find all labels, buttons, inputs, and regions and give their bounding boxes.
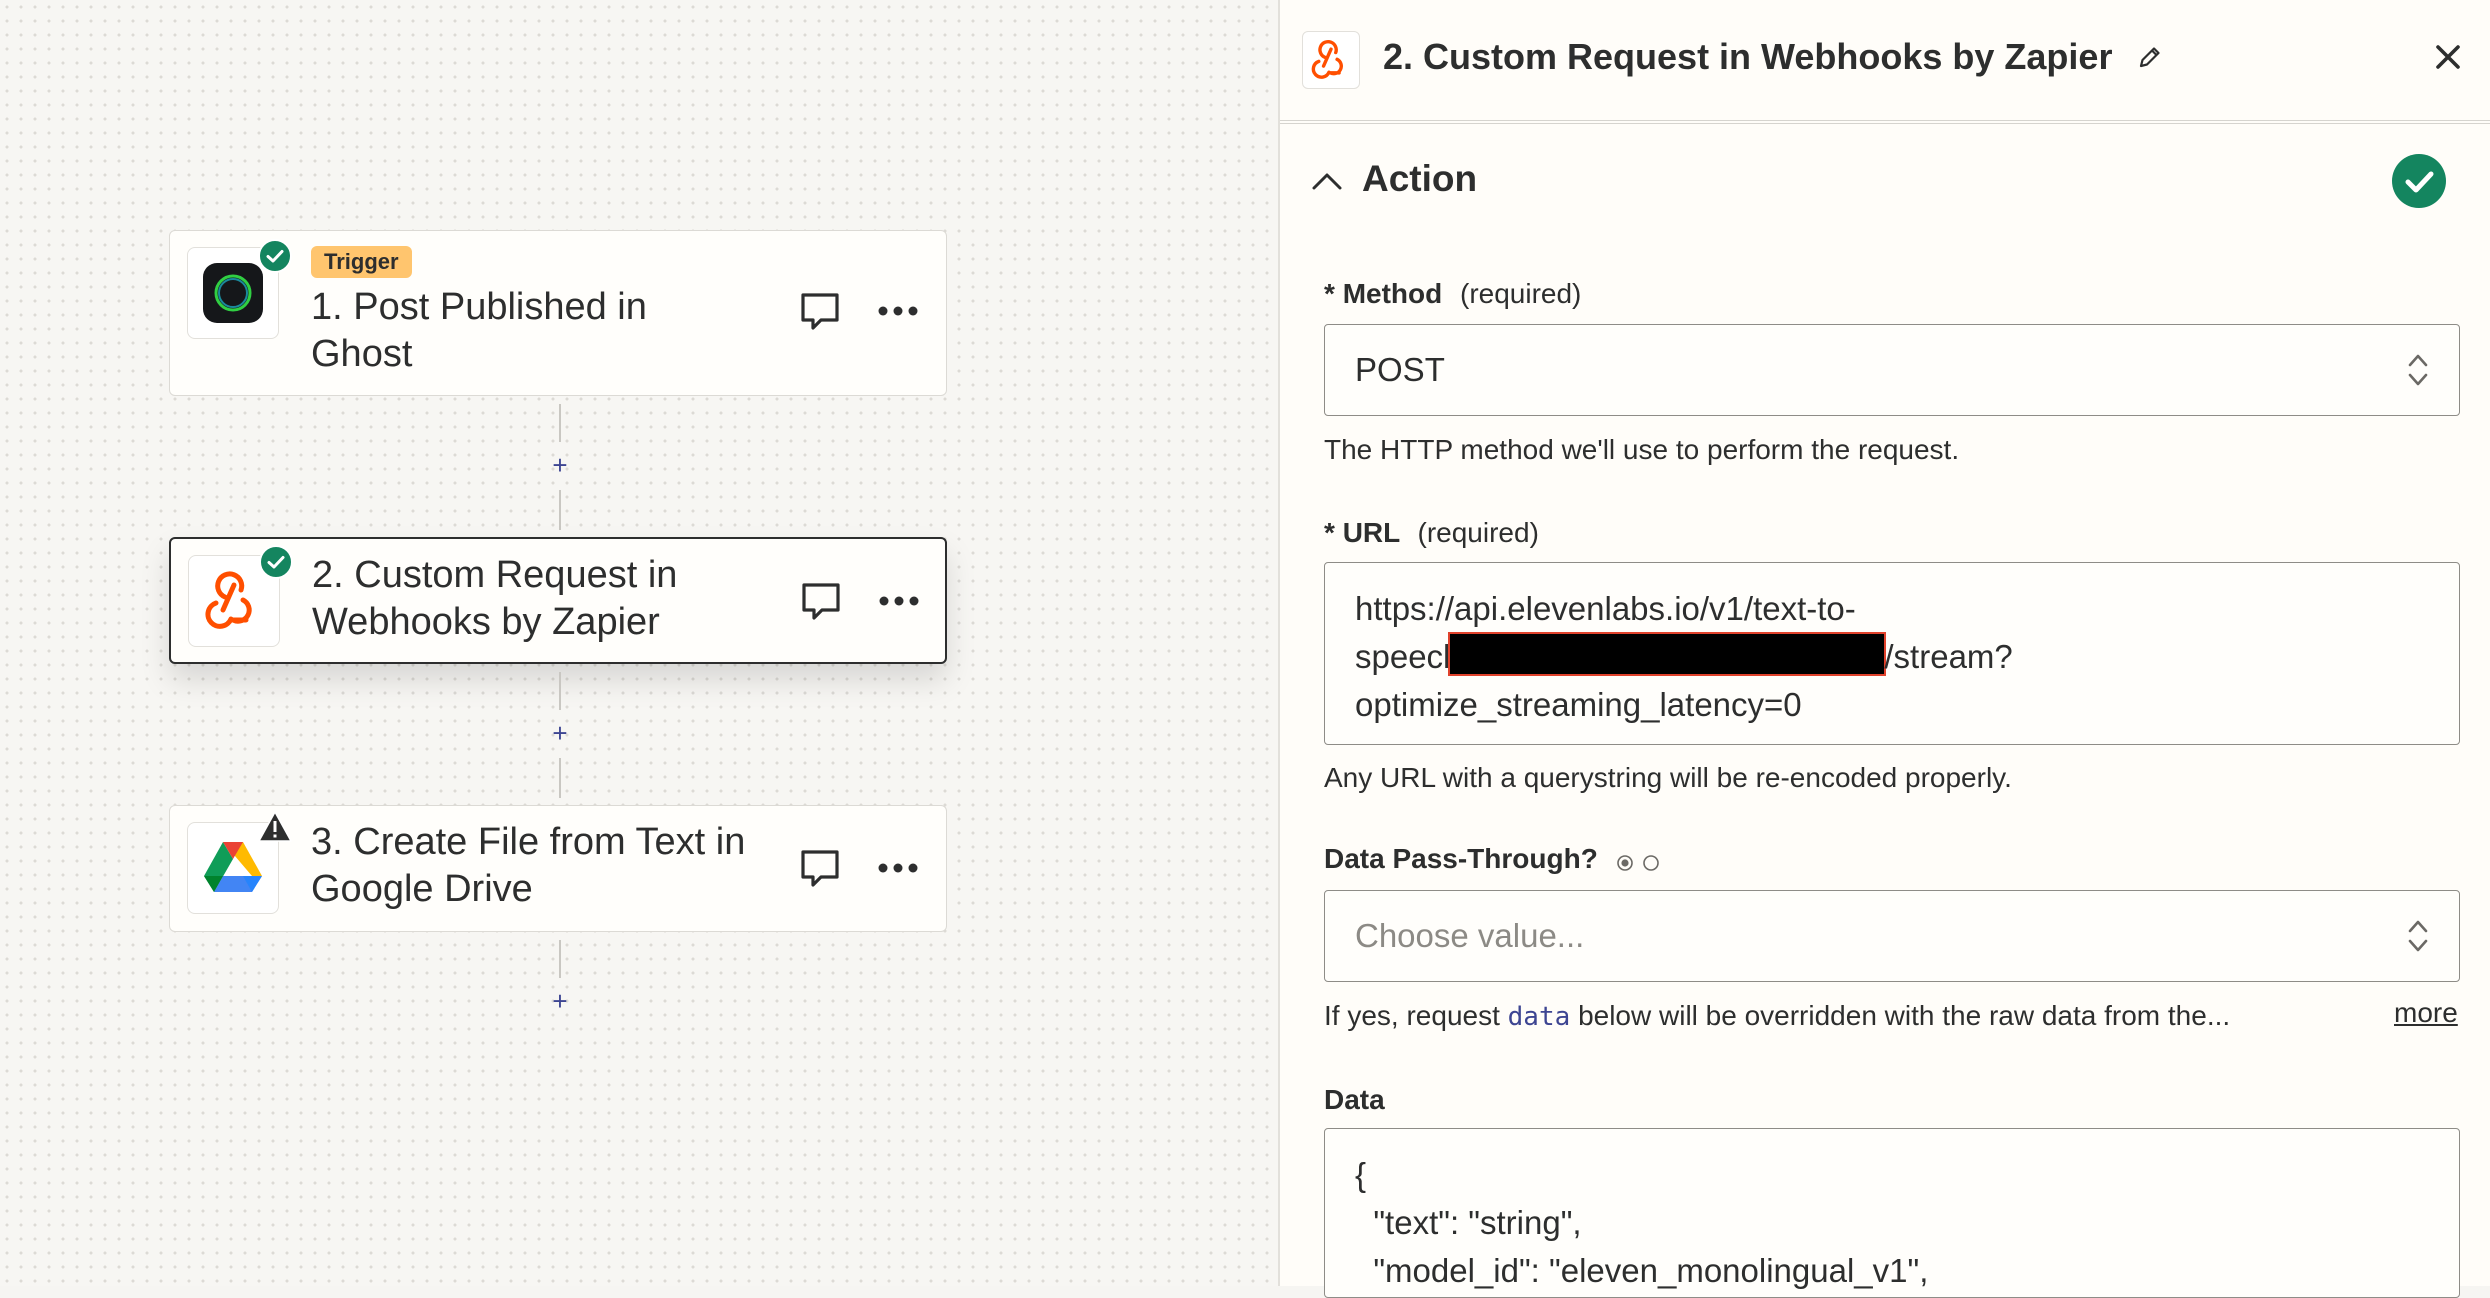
panel-header: 2. Custom Request in Webhooks by Zapier: [1280, 0, 2490, 124]
help-prefix: If yes, request: [1324, 1000, 1500, 1031]
help-suffix: below will be overridden with the raw da…: [1578, 1000, 2231, 1031]
google-drive-icon: [204, 842, 262, 892]
required-marker: *: [1324, 278, 1335, 309]
data-textarea[interactable]: { "text": "string", "model_id": "eleven_…: [1324, 1128, 2460, 1298]
check-circle-icon: [2392, 154, 2446, 208]
panel-title: 2. Custom Request in Webhooks by Zapier: [1383, 36, 2113, 77]
method-label: * Method (required): [1324, 278, 1581, 310]
webhook-app-icon: [1302, 31, 1360, 89]
data-line: {: [1355, 1156, 1367, 1193]
method-select[interactable]: POST: [1324, 324, 2460, 416]
url-input[interactable]: https://api.elevenlabs.io/v1/text-to- sp…: [1324, 562, 2460, 745]
comment-button[interactable]: [796, 287, 844, 335]
connector-line: [559, 940, 561, 978]
comment-icon: [802, 583, 840, 620]
required-text: (required): [1417, 517, 1539, 548]
data-line: "text": "string",: [1355, 1204, 1582, 1241]
section-title-action[interactable]: Action: [1362, 158, 1477, 200]
url-value: https://api.elevenlabs.io/v1/text-to- sp…: [1355, 585, 2415, 729]
webhook-icon: [1311, 40, 1343, 79]
more-options-button[interactable]: [874, 287, 922, 335]
data-pass-through-select[interactable]: Choose value...: [1324, 890, 2460, 982]
connector-line: [559, 758, 561, 798]
more-dots-icon: [878, 306, 918, 316]
data-pass-through-placeholder: Choose value...: [1355, 917, 1585, 954]
more-dots-icon: [879, 596, 919, 606]
comment-icon: [801, 850, 839, 887]
more-options-button[interactable]: [874, 844, 922, 892]
step-title: 1. Post Published in Ghost: [311, 286, 647, 375]
trigger-badge: Trigger: [311, 246, 412, 278]
data-label: Data: [1324, 1084, 1385, 1115]
more-options-button[interactable]: [875, 577, 923, 625]
step-title: 2. Custom Request in Webhooks by Zapier: [312, 554, 678, 643]
add-step-button[interactable]: +: [547, 720, 573, 746]
warning-icon: [258, 811, 292, 842]
url-label-text: URL: [1342, 517, 1400, 548]
chevron-up-down-icon: [2408, 354, 2428, 386]
pencil-edit-icon[interactable]: [2137, 44, 2163, 70]
close-icon[interactable]: [2433, 42, 2463, 72]
add-step-button[interactable]: +: [547, 452, 573, 478]
radio-toggle-icon[interactable]: [1616, 853, 1662, 873]
check-circle-icon: [258, 239, 292, 273]
comment-button[interactable]: [796, 844, 844, 892]
method-value: POST: [1355, 351, 1445, 388]
webhook-icon: [205, 571, 252, 629]
data-value: { "text": "string", "model_id": "eleven_…: [1355, 1151, 1928, 1295]
chevron-up-down-icon: [2408, 920, 2428, 952]
more-dots-icon: [878, 863, 918, 873]
step-title: 3. Create File from Text in Google Drive: [311, 821, 746, 910]
redacted-block: [1448, 632, 1887, 676]
data-line: "model_id": "eleven_monolingual_v1",: [1355, 1252, 1929, 1289]
chevron-up-icon[interactable]: [1310, 170, 1344, 192]
data-pass-through-label: Data Pass-Through?: [1324, 843, 1598, 874]
ghost-icon: [203, 263, 263, 323]
required-text: (required): [1460, 278, 1582, 309]
comment-icon: [801, 293, 839, 330]
check-circle-icon: [259, 545, 293, 579]
step-card-1[interactable]: Trigger 1. Post Published in Ghost: [169, 230, 947, 396]
connector-line: [559, 672, 561, 710]
connector-line: [559, 404, 561, 442]
method-label-text: Method: [1342, 278, 1443, 309]
step-card-2[interactable]: 2. Custom Request in Webhooks by Zapier: [169, 537, 947, 664]
step-card-3[interactable]: 3. Create File from Text in Google Drive: [169, 805, 947, 932]
step-editor-panel: 2. Custom Request in Webhooks by Zapier …: [1278, 0, 2490, 1298]
connector-line: [559, 490, 561, 530]
required-marker: *: [1324, 517, 1335, 548]
url-value-line1: https://api.elevenlabs.io/v1/text-to-: [1355, 590, 1856, 627]
data-pass-through-help-text: If yes, request data below will be overr…: [1324, 1000, 2230, 1032]
method-help-text: The HTTP method we'll use to perform the…: [1324, 434, 1960, 465]
url-help-text: Any URL with a querystring will be re-en…: [1324, 762, 2012, 793]
url-value-line2-suffix: /stream?: [1884, 638, 2013, 675]
url-value-line3: optimize_streaming_latency=0: [1355, 686, 1802, 723]
comment-button[interactable]: [797, 577, 845, 625]
workflow-canvas[interactable]: Trigger 1. Post Published in Ghost + 2. …: [0, 0, 1278, 1286]
add-step-button[interactable]: +: [547, 988, 573, 1014]
url-label: * URL (required): [1324, 517, 1539, 549]
url-value-line2-prefix: speecl: [1355, 638, 1451, 675]
help-code: data: [1507, 1002, 1571, 1032]
more-link[interactable]: more: [2394, 997, 2458, 1029]
